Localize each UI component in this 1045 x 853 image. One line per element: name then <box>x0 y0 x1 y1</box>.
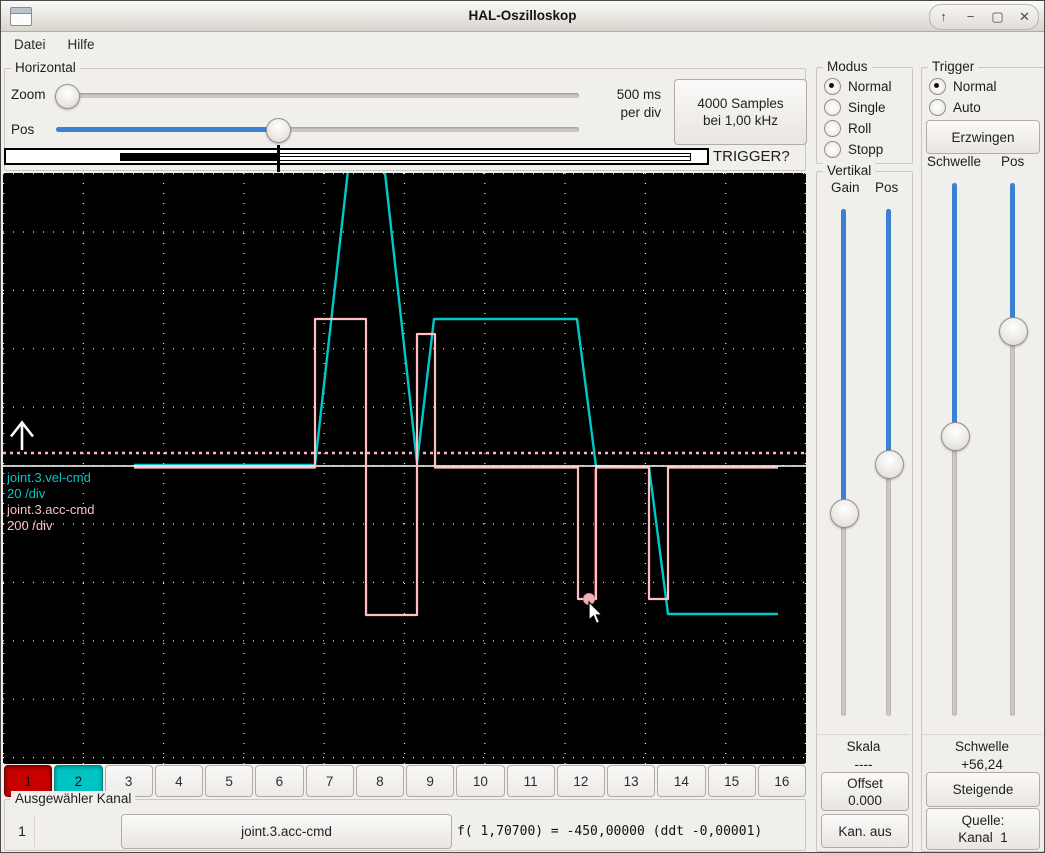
channel-button-8[interactable]: 8 <box>355 765 404 797</box>
mouse-cursor-icon <box>588 600 604 625</box>
app-window: HAL-Oszilloskop ↑ − ▢ ✕ Datei Hilfe Hori… <box>0 0 1045 853</box>
timebase-value: 500 ms <box>616 87 661 102</box>
vertikal-pos-slider-handle[interactable] <box>875 450 904 479</box>
window-controls: ↑ − ▢ ✕ <box>929 4 1039 30</box>
modus-group-label: Modus <box>823 59 872 74</box>
channel-button-10[interactable]: 10 <box>456 765 505 797</box>
modus-option-normal[interactable]: Normal <box>824 77 912 95</box>
channel-button-4[interactable]: 4 <box>154 765 203 797</box>
modus-option-stopp[interactable]: Stopp <box>824 140 912 158</box>
channel-button-12[interactable]: 12 <box>556 765 605 797</box>
record-filled-segment <box>120 152 280 161</box>
record-position-bar <box>4 148 709 165</box>
maximize-icon[interactable]: ▢ <box>987 6 1009 28</box>
radio-selected-icon[interactable] <box>824 77 841 95</box>
title-bar[interactable]: HAL-Oszilloskop ↑ − ▢ ✕ <box>1 1 1044 32</box>
channel-button-5[interactable]: 5 <box>205 765 254 797</box>
vertikal-separator <box>817 734 910 735</box>
cursor-readout: f( 1,70700) = -450,00000 (ddt -0,00001) <box>457 824 763 839</box>
selected-channel-group-label: Ausgewähler Kanal <box>11 791 136 806</box>
force-trigger-button[interactable]: Erzwingen <box>926 120 1040 154</box>
menu-hilfe[interactable]: Hilfe <box>57 33 106 57</box>
channel-button-14[interactable]: 14 <box>657 765 706 797</box>
scope-channel2-scale: 20 /div <box>7 486 46 501</box>
zoom-slider-track[interactable] <box>56 93 579 98</box>
scope-channel2-name: joint.3.vel-cmd <box>7 470 91 485</box>
pin-name-button[interactable]: joint.3.acc-cmd <box>121 814 452 849</box>
pos-slider-handle[interactable] <box>266 118 291 143</box>
schwelle-label: Schwelle <box>927 154 982 169</box>
trigger-edge-button[interactable]: Steigende <box>926 772 1040 807</box>
scope-canvas[interactable] <box>3 3 807 764</box>
gain-slider-handle[interactable] <box>830 499 859 528</box>
window-title: HAL-Oszilloskop <box>468 8 577 23</box>
gain-slider-fill <box>841 209 846 513</box>
channel-button-13[interactable]: 13 <box>607 765 656 797</box>
trigger-status: TRIGGER? <box>713 148 790 165</box>
trigger-pos-slider-handle[interactable] <box>999 317 1028 346</box>
radio-selected-icon[interactable] <box>929 77 946 95</box>
skala-value: ---- <box>854 757 873 772</box>
schwelle-slider-handle[interactable] <box>941 422 970 451</box>
gain-label: Gain <box>831 180 860 195</box>
radio-icon[interactable] <box>929 98 946 116</box>
trigger-source-button[interactable]: Quelle: Kanal 1 <box>926 808 1040 850</box>
trigger-option-normal[interactable]: Normal <box>929 77 1044 95</box>
pos-label: Pos <box>11 122 35 137</box>
samples-button[interactable]: 4000 Samples bei 1,00 kHz <box>674 79 807 145</box>
timebase-unit: per div <box>620 105 661 120</box>
trigger-level-value: +56,24 <box>961 757 1003 772</box>
trigger-separator <box>922 734 1042 735</box>
channel-button-9[interactable]: 9 <box>406 765 455 797</box>
skala-label: Skala <box>846 739 881 754</box>
radio-icon[interactable] <box>824 119 841 137</box>
trigger-level-label: Schwelle <box>954 739 1010 754</box>
modus-option-single[interactable]: Single <box>824 98 912 116</box>
record-mid-line <box>278 155 691 157</box>
shade-icon[interactable]: ↑ <box>933 6 955 28</box>
vertikal-group-label: Vertikal <box>823 163 876 178</box>
trigger-pos-slider-fill <box>1010 183 1015 331</box>
menu-bar: Datei Hilfe <box>3 33 106 57</box>
vertikal-pos-slider-fill <box>886 209 891 464</box>
modus-group: Modus Normal Single Roll Stopp <box>816 59 913 164</box>
channel-button-15[interactable]: 15 <box>707 765 756 797</box>
menu-datei[interactable]: Datei <box>3 33 57 57</box>
trigger-arrow-icon <box>9 420 35 450</box>
modus-option-roll[interactable]: Roll <box>824 119 912 137</box>
channel-button-7[interactable]: 7 <box>305 765 354 797</box>
trigger-pos-label: Pos <box>1001 154 1025 169</box>
channel-off-button[interactable]: Kan. aus <box>821 814 909 848</box>
radio-icon[interactable] <box>824 98 841 116</box>
zoom-label: Zoom <box>11 87 46 102</box>
zoom-slider-handle[interactable] <box>55 84 80 109</box>
radio-icon[interactable] <box>824 140 841 158</box>
selected-channel-separator <box>34 815 35 847</box>
offset-button[interactable]: Offset 0.000 <box>821 772 909 811</box>
trigger-group-label: Trigger <box>928 59 979 74</box>
schwelle-slider-fill <box>952 183 957 436</box>
channel-button-16[interactable]: 16 <box>757 765 806 797</box>
vertikal-pos-label: Pos <box>875 180 899 195</box>
scope-channel1-scale: 200 /div <box>7 518 53 533</box>
selected-channel-number: 1 <box>18 823 26 839</box>
trigger-option-auto[interactable]: Auto <box>929 98 1044 116</box>
minimize-icon[interactable]: − <box>960 6 982 28</box>
horizontal-group-label: Horizontal <box>11 60 80 75</box>
channel-button-6[interactable]: 6 <box>255 765 304 797</box>
channel-button-11[interactable]: 11 <box>506 765 555 797</box>
scope-channel1-name: joint.3.acc-cmd <box>7 502 95 517</box>
record-position-tick[interactable] <box>277 145 280 172</box>
close-icon[interactable]: ✕ <box>1014 6 1036 28</box>
scope-display[interactable]: joint.3.vel-cmd 20 /div joint.3.acc-cmd … <box>3 3 807 764</box>
pos-slider-fill <box>56 127 278 132</box>
